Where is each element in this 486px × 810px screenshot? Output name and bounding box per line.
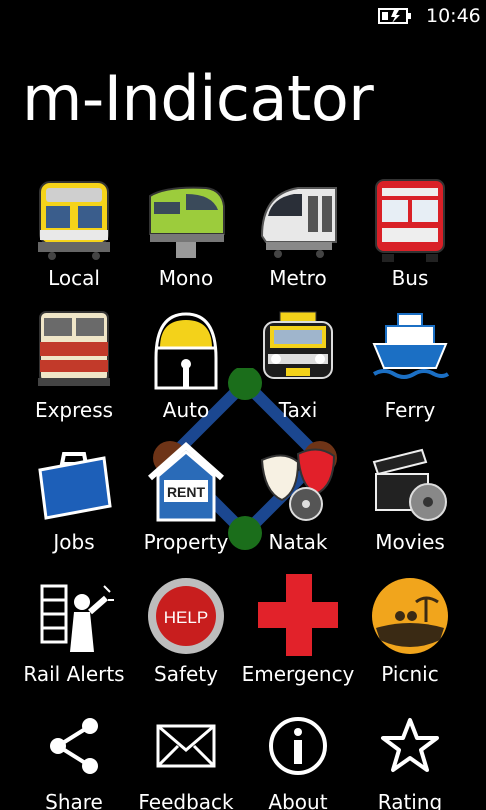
- auto-rickshaw-icon: [154, 312, 218, 390]
- tile-metro[interactable]: Metro: [242, 176, 354, 300]
- briefcase-icon: [38, 452, 112, 520]
- picnic-icon: [372, 578, 448, 654]
- clock: 10:46: [426, 5, 481, 27]
- tile-label: Movies: [375, 530, 445, 554]
- envelope-icon: [156, 724, 216, 768]
- tile-safety[interactable]: HELP Safety: [130, 572, 242, 696]
- tile-local[interactable]: Local: [18, 176, 130, 300]
- svg-text:RENT: RENT: [167, 484, 206, 500]
- tile-label: Bus: [391, 266, 429, 290]
- tile-movies[interactable]: Movies: [354, 440, 466, 564]
- rating-button[interactable]: Rating: [354, 716, 466, 810]
- status-bar: 10:46: [0, 0, 486, 32]
- tile-picnic[interactable]: Picnic: [354, 572, 466, 696]
- ferry-icon: [372, 313, 450, 379]
- info-icon: [269, 717, 327, 775]
- film-clapper-icon: [372, 448, 447, 521]
- share-button[interactable]: Share: [18, 716, 130, 810]
- taxi-icon: [263, 311, 333, 379]
- tile-label: Picnic: [381, 662, 439, 686]
- tile-label: Ferry: [384, 398, 436, 422]
- tile-express[interactable]: Express: [18, 308, 130, 432]
- tile-bus[interactable]: Bus: [354, 176, 466, 300]
- rail-alerts-icon: [40, 584, 114, 652]
- battery-charging-icon: [378, 8, 411, 24]
- tile-auto[interactable]: Auto: [130, 308, 242, 432]
- rating-label: Rating: [377, 790, 443, 810]
- metro-train-icon: [260, 187, 337, 258]
- monorail-icon: [149, 186, 225, 258]
- express-train-icon: [38, 311, 110, 386]
- tile-emergency[interactable]: Emergency: [242, 572, 354, 696]
- feedback-button[interactable]: Feedback: [130, 716, 242, 810]
- feedback-label: Feedback: [138, 790, 234, 810]
- share-icon: [50, 718, 98, 774]
- tile-ferry[interactable]: Ferry: [354, 308, 466, 432]
- share-label: Share: [45, 790, 103, 810]
- help-button-icon: HELP: [148, 578, 224, 654]
- about-label: About: [268, 790, 328, 810]
- tile-rail-alerts[interactable]: Rail Alerts: [18, 572, 130, 696]
- red-cross-icon: [258, 574, 338, 656]
- about-button[interactable]: About: [242, 716, 354, 810]
- svg-text:HELP: HELP: [164, 608, 208, 627]
- tile-taxi[interactable]: Taxi: [242, 308, 354, 432]
- tile-jobs[interactable]: Jobs: [18, 440, 130, 564]
- tile-natak[interactable]: Natak: [242, 440, 354, 564]
- local-train-icon: [38, 181, 110, 260]
- theatre-masks-icon: [260, 448, 336, 521]
- app-title: m-Indicator: [22, 62, 374, 135]
- tile-property[interactable]: RENT Property: [130, 440, 242, 564]
- star-icon: [381, 718, 439, 772]
- tile-mono[interactable]: Mono: [130, 176, 242, 300]
- rent-house-icon: RENT: [148, 441, 224, 522]
- bus-icon: [375, 179, 445, 262]
